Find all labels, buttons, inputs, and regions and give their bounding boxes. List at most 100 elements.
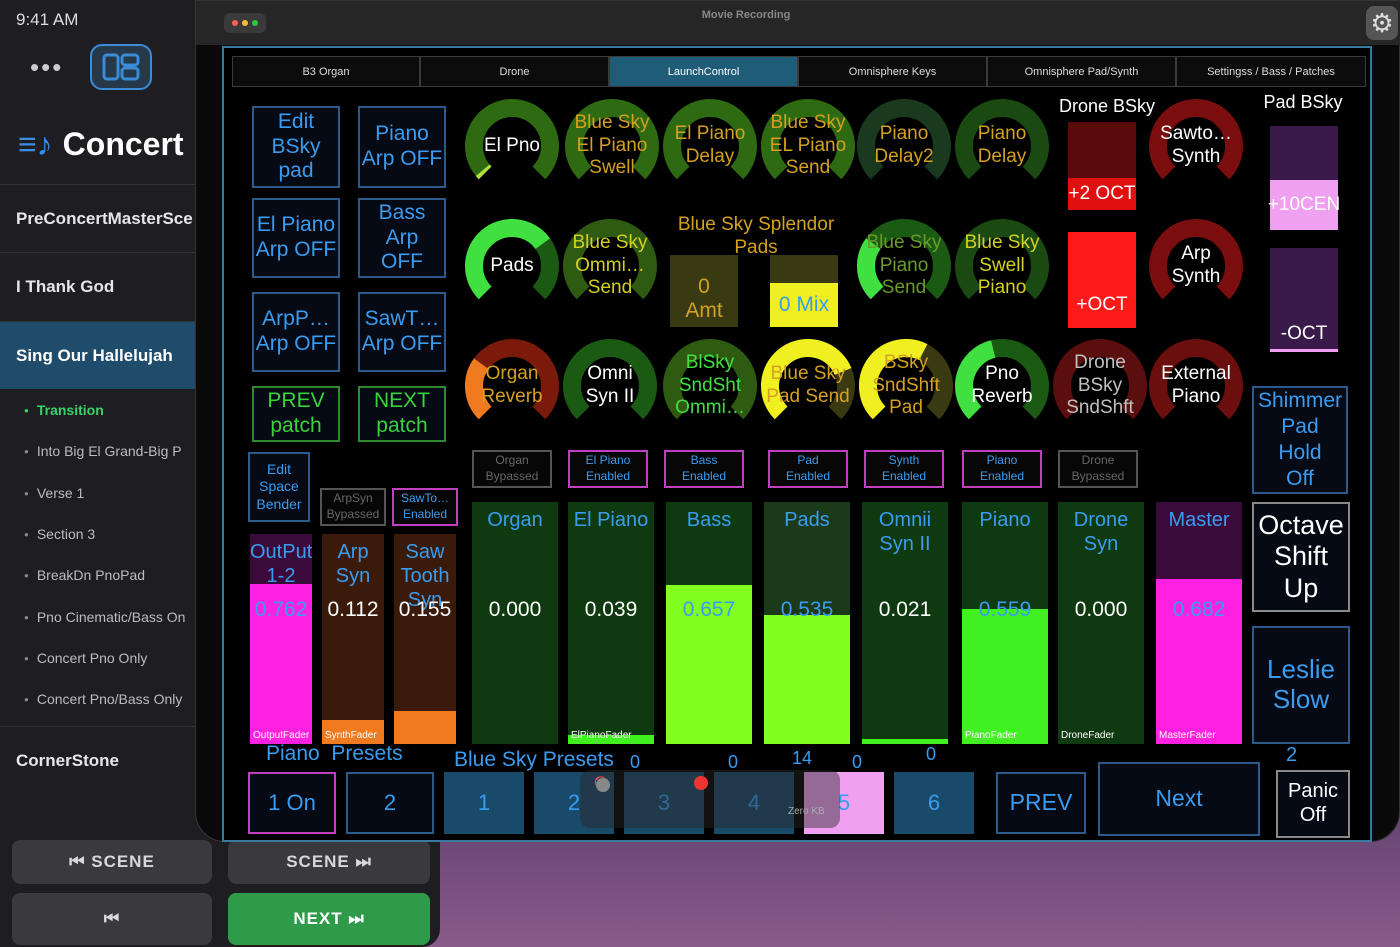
pad-down-slider[interactable]: -OCT xyxy=(1270,248,1338,352)
song-item[interactable]: PreConcertMasterSce xyxy=(0,184,200,252)
drone-up-slider[interactable]: +OCT xyxy=(1068,232,1136,328)
knob[interactable]: BlSky SndSht Ommi… xyxy=(662,338,758,434)
splendor-mix-slider[interactable]: 0 Mix xyxy=(770,255,838,327)
tab[interactable]: Settingss / Bass / Patches xyxy=(1176,56,1366,87)
prev-scene-button[interactable]: ⏮ SCENE xyxy=(12,840,212,884)
plugin-status-box[interactable]: Pad Enabled xyxy=(768,450,848,488)
left-control-button[interactable]: PREV patch xyxy=(252,386,340,442)
song-item[interactable]: CornerStone xyxy=(0,726,200,794)
edit-space-bender-button[interactable]: Edit Space Bender xyxy=(248,452,310,522)
pad-cent-slider[interactable]: +10CEN xyxy=(1268,126,1340,230)
section-item[interactable]: Transition xyxy=(24,402,196,418)
fader[interactable]: Bass 0.657 xyxy=(666,502,752,744)
fader[interactable]: Organ 0.000 xyxy=(472,502,558,744)
plugin-status-box[interactable]: ArpSyn Bypassed xyxy=(320,488,386,526)
section-item[interactable]: Verse 1 xyxy=(24,485,196,501)
song-item[interactable]: Sing Our Hallelujah xyxy=(0,321,200,389)
fader-footer: PianoFader xyxy=(965,730,1017,741)
bluesky-preset-button[interactable]: 6 xyxy=(894,772,974,834)
octave-shift-button[interactable]: Octave Shift Up xyxy=(1252,502,1350,612)
fader[interactable]: Drone Syn 0.000 DroneFader xyxy=(1058,502,1144,744)
knob[interactable]: Sawto… Synth xyxy=(1148,98,1244,194)
section-item[interactable]: Into Big El Grand-Big P xyxy=(24,443,196,459)
section-item[interactable]: Concert Pno/Bass Only xyxy=(24,691,196,707)
fader-name: Piano xyxy=(979,509,1031,531)
leslie-slow-button[interactable]: Leslie Slow xyxy=(1252,626,1350,744)
fader[interactable]: Piano 0.559 PianoFader xyxy=(962,502,1048,744)
fader[interactable]: Saw Tooth Syn 0.155 xyxy=(394,534,456,744)
knob[interactable]: Blue Sky Swell Piano xyxy=(954,218,1050,314)
knob[interactable]: Omni Syn II xyxy=(562,338,658,434)
knob[interactable]: El Piano Delay xyxy=(662,98,758,194)
section-item[interactable]: Pno Cinematic/Bass On xyxy=(24,609,196,625)
next-preset-button[interactable]: Next xyxy=(1098,762,1260,836)
layout-icon[interactable] xyxy=(90,44,152,90)
plugin-status-box[interactable]: Organ Bypassed xyxy=(472,450,552,488)
section-item[interactable]: Section 3 xyxy=(24,526,196,542)
fader[interactable]: Master 0.682 MasterFader xyxy=(1156,502,1242,744)
bluesky-preset-button[interactable]: 1 xyxy=(444,772,524,834)
fader[interactable]: Arp Syn 0.112 SynthFader xyxy=(322,534,384,744)
next-scene-button[interactable]: SCENE ⏭ xyxy=(228,840,430,884)
plugin-status-box[interactable]: Synth Enabled xyxy=(864,450,944,488)
prev-preset-button[interactable]: PREV xyxy=(996,772,1086,834)
plugin-status-box[interactable]: Piano Enabled xyxy=(962,450,1042,488)
plugin-status-box[interactable]: Bass Enabled xyxy=(664,450,744,488)
piano-presets-title: Piano Presets xyxy=(266,742,403,765)
knob[interactable]: Blue Sky El Piano Swell xyxy=(564,98,660,194)
piano-preset-button[interactable]: 2 xyxy=(346,772,434,834)
knob[interactable]: Pno Reverb xyxy=(954,338,1050,434)
tab[interactable]: Drone xyxy=(420,56,609,87)
splendor-amount-slider[interactable]: 0 Amt xyxy=(670,255,738,327)
drone-up2-slider[interactable]: +2 OCT xyxy=(1068,122,1136,210)
knob[interactable]: External Piano xyxy=(1148,338,1244,434)
shimmer-pad-hold-button[interactable]: Shimmer Pad Hold Off xyxy=(1252,386,1348,494)
left-control-button[interactable]: NEXT patch xyxy=(358,386,446,442)
drone-up2-label: +2 OCT xyxy=(1068,178,1136,210)
panic-button[interactable]: Panic Off xyxy=(1276,770,1350,838)
more-icon[interactable]: ••• xyxy=(30,52,63,83)
knob-label: Blue Sky Piano Send xyxy=(866,231,942,299)
song-item[interactable]: I Thank God xyxy=(0,252,200,320)
left-control-button[interactable]: Piano Arp OFF xyxy=(358,106,446,188)
gear-icon[interactable]: ⚙ xyxy=(1366,6,1398,40)
plugin-status-box[interactable]: SawTo… Enabled xyxy=(392,488,458,526)
fader[interactable]: Omnii Syn II 0.021 xyxy=(862,502,948,744)
knob[interactable]: El Pno xyxy=(464,98,560,194)
knob[interactable]: BSky SndShft Pad xyxy=(858,338,954,434)
fader-value: 0.112 xyxy=(327,598,379,621)
knob[interactable]: Blue Sky Ommi… Send xyxy=(562,218,658,314)
prev-song-button[interactable]: ⏮ xyxy=(12,893,212,945)
tab[interactable]: Omnisphere Pad/Synth xyxy=(987,56,1176,87)
left-control-button[interactable]: SawT… Arp OFF xyxy=(358,292,446,372)
left-control-button[interactable]: El Piano Arp OFF xyxy=(252,198,340,278)
knob[interactable]: Organ Reverb xyxy=(464,338,560,434)
fader[interactable]: OutPut 1-2 0.762 OutputFader xyxy=(250,534,312,744)
record-icon[interactable] xyxy=(694,776,708,790)
plugin-status-box[interactable]: El Piano Enabled xyxy=(568,450,648,488)
knob[interactable]: Blue Sky Pad Send xyxy=(760,338,856,434)
volume-knob[interactable] xyxy=(596,778,610,792)
plugin-status-box[interactable]: Drone Bypassed xyxy=(1058,450,1138,488)
knob[interactable]: Piano Delay xyxy=(954,98,1050,194)
layout-glyph xyxy=(102,53,140,81)
knob[interactable]: Blue Sky Piano Send xyxy=(856,218,952,314)
preset-counter: 0 xyxy=(926,744,937,764)
tab[interactable]: LaunchControl xyxy=(609,56,798,87)
knob[interactable]: Blue Sky EL Piano Send xyxy=(760,98,856,194)
fader[interactable]: Pads 0.535 xyxy=(764,502,850,744)
tab[interactable]: B3 Organ xyxy=(232,56,420,87)
knob[interactable]: Piano Delay2 xyxy=(856,98,952,194)
knob[interactable]: Drone BSky SndShft xyxy=(1052,338,1148,434)
fader[interactable]: El Piano 0.039 ElPianoFader xyxy=(568,502,654,744)
left-control-button[interactable]: ArpP… Arp OFF xyxy=(252,292,340,372)
left-control-button[interactable]: Bass Arp OFF xyxy=(358,198,446,278)
left-control-button[interactable]: Edit BSky pad xyxy=(252,106,340,188)
piano-preset-button[interactable]: 1 On xyxy=(248,772,336,834)
tab[interactable]: Omnisphere Keys xyxy=(798,56,987,87)
section-item[interactable]: Concert Pno Only xyxy=(24,650,196,666)
knob[interactable]: Arp Synth xyxy=(1148,218,1244,314)
next-song-button[interactable]: NEXT ⏭ xyxy=(228,893,430,945)
knob[interactable]: Pads xyxy=(464,218,560,314)
section-item[interactable]: BreakDn PnoPad xyxy=(24,567,196,583)
